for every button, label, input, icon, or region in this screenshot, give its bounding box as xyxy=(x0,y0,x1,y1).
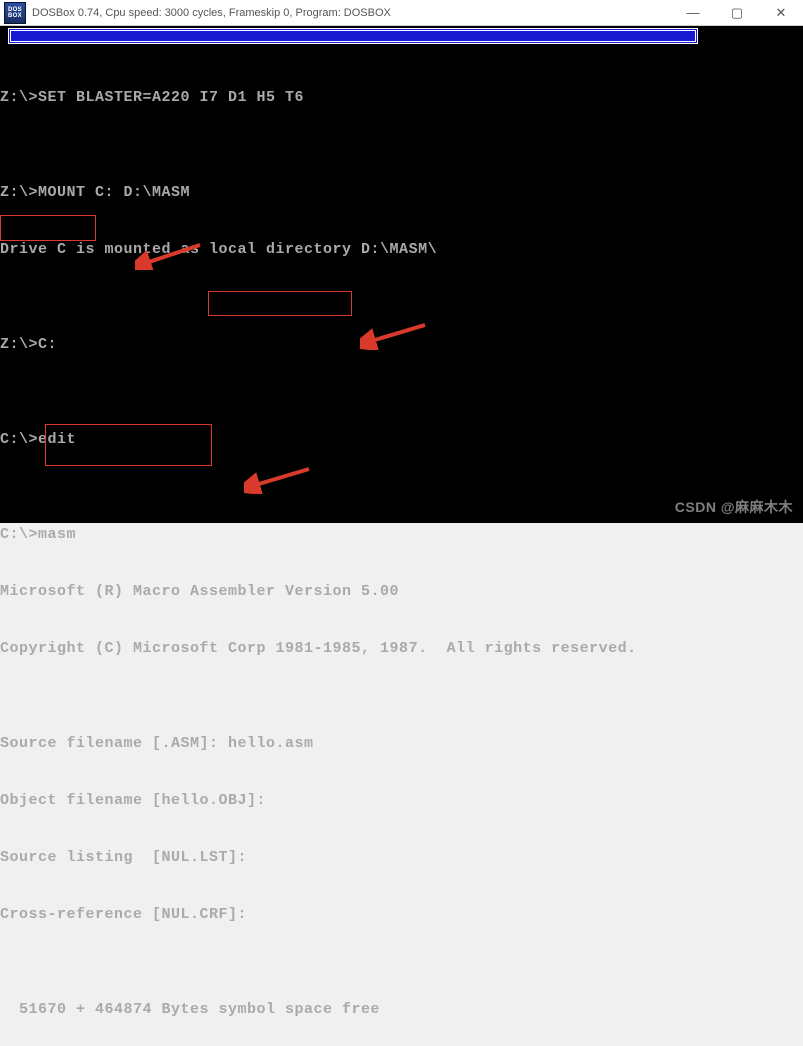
close-button[interactable]: ✕ xyxy=(759,0,803,26)
maximize-icon: ▢ xyxy=(731,5,743,21)
window-titlebar: DOS BOX DOSBox 0.74, Cpu speed: 3000 cyc… xyxy=(0,0,803,26)
dosbox-icon: DOS BOX xyxy=(4,2,26,24)
maximize-button[interactable]: ▢ xyxy=(715,0,759,26)
window-title: DOSBox 0.74, Cpu speed: 3000 cycles, Fra… xyxy=(32,7,391,19)
terminal-line: C:\>masm xyxy=(0,525,803,544)
terminal-line: 51670 + 464874 Bytes symbol space free xyxy=(0,1000,803,1019)
terminal-content: Z:\>SET BLASTER=A220 I7 D1 H5 T6 Z:\>MOU… xyxy=(0,50,803,1046)
terminal-line: Copyright (C) Microsoft Corp 1981-1985, … xyxy=(0,639,803,658)
terminal-line: Source listing [NUL.LST]: xyxy=(0,848,803,867)
terminal-line: Z:\>SET BLASTER=A220 I7 D1 H5 T6 xyxy=(0,88,803,107)
watermark-text: CSDN @麻麻木木 xyxy=(675,498,793,517)
dosbox-terminal[interactable]: Z:\>SET BLASTER=A220 I7 D1 H5 T6 Z:\>MOU… xyxy=(0,26,803,523)
terminal-line: Cross-reference [NUL.CRF]: xyxy=(0,905,803,924)
editor-title-remnant xyxy=(8,28,698,44)
terminal-line: Microsoft (R) Macro Assembler Version 5.… xyxy=(0,582,803,601)
terminal-line: C:\>edit xyxy=(0,430,803,449)
terminal-line: Object filename [hello.OBJ]: xyxy=(0,791,803,810)
terminal-line: Z:\>MOUNT C: D:\MASM xyxy=(0,183,803,202)
icon-text-bot: BOX xyxy=(8,13,22,19)
terminal-line: Drive C is mounted as local directory D:… xyxy=(0,240,803,259)
terminal-line: Z:\>C: xyxy=(0,335,803,354)
terminal-line: Source filename [.ASM]: hello.asm xyxy=(0,734,803,753)
minimize-icon: — xyxy=(687,5,700,20)
minimize-button[interactable]: — xyxy=(671,0,715,26)
close-icon: ✕ xyxy=(776,5,787,21)
